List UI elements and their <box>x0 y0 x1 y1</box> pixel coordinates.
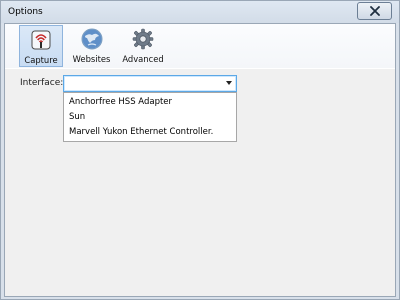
interface-option[interactable]: Marvell Yukon Ethernet Controller. <box>69 125 213 139</box>
close-icon <box>370 6 380 16</box>
interface-options-list: Anchorfree HSS Adapter Sun Marvell Yukon… <box>63 92 237 142</box>
tab-websites[interactable]: Websites <box>68 25 115 67</box>
tab-advanced-label: Advanced <box>122 54 164 64</box>
tab-capture-label: Capture <box>24 55 58 65</box>
interface-option[interactable]: Anchorfree HSS Adapter <box>69 95 172 109</box>
globe-icon <box>80 28 103 50</box>
gear-icon <box>132 28 154 50</box>
toolbar-separator <box>5 68 395 69</box>
close-button[interactable] <box>357 2 392 20</box>
interface-option[interactable]: Sun <box>69 110 85 124</box>
interface-dropdown[interactable] <box>63 75 237 92</box>
capture-icon <box>31 30 51 50</box>
window-title: Options <box>8 7 43 17</box>
tab-capture[interactable]: Capture <box>19 25 63 67</box>
tab-advanced[interactable]: Advanced <box>121 25 165 67</box>
options-window: Options Capture Websites Advanced Interf… <box>0 0 400 300</box>
tab-websites-label: Websites <box>72 54 111 64</box>
interface-label: Interface: <box>20 78 64 88</box>
title-bar: Options <box>1 1 399 23</box>
options-toolbar: Capture Websites Advanced <box>5 24 395 69</box>
options-content: Capture Websites Advanced Interface: Anc… <box>4 23 396 297</box>
chevron-down-icon[interactable] <box>226 81 232 85</box>
